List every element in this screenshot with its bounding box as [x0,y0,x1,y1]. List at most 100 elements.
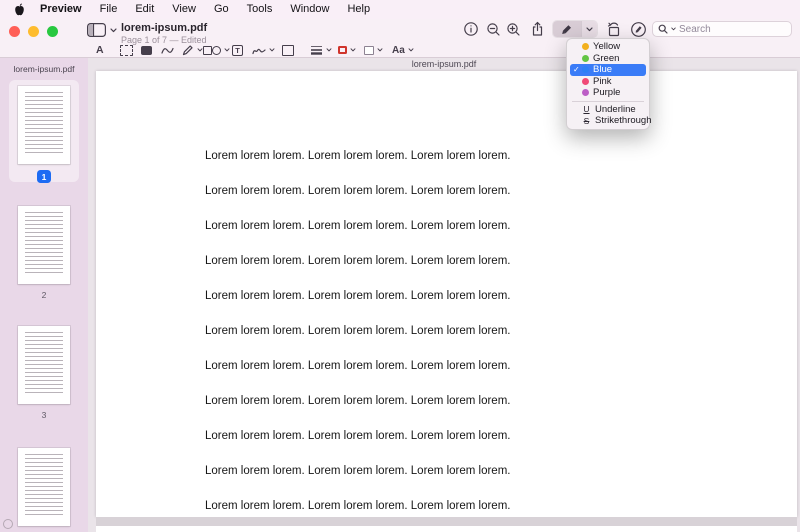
text-line: Lorem lorem lorem. Lorem lorem lorem. Lo… [205,185,511,197]
chevron-down-icon [350,48,356,52]
zoom-out-icon [486,22,500,36]
highlight-menu-button[interactable] [581,21,597,37]
zoom-in-icon [506,22,520,36]
pdf-page-1[interactable]: Lorem lorem lorem. Lorem lorem lorem. Lo… [96,71,797,517]
thumbnail-text-lines [25,212,63,276]
text-style-tool[interactable]: Aa [392,43,414,57]
menubar-item-window[interactable]: Window [281,0,338,19]
menu-item-purple[interactable]: Purple [570,87,646,99]
screen: Preview File Edit View Go Tools Window H… [0,0,800,532]
close-button[interactable] [9,26,20,37]
text-line: Lorem lorem lorem. Lorem lorem lorem. Lo… [205,255,511,267]
text-line: Lorem lorem lorem. Lorem lorem lorem. Lo… [205,465,511,477]
green-dot-icon [582,54,589,62]
highlight-button[interactable] [553,21,581,37]
menu-item-underline[interactable]: U Underline [570,104,646,116]
document-header-label: lorem-ipsum.pdf [411,59,477,69]
sign-tool[interactable] [252,43,275,57]
page-thumbnail-2[interactable] [18,206,70,284]
menubar-item-file[interactable]: File [91,0,127,19]
purple-dot-icon [582,89,589,97]
draw-tool[interactable] [182,43,203,57]
menu-item-label: Pink [593,75,612,87]
line-weight-icon [311,46,322,55]
zoom-in-button[interactable] [503,20,523,38]
menubar-item-go[interactable]: Go [205,0,238,19]
info-icon [464,22,478,36]
apple-icon [15,3,24,16]
document-text: Lorem lorem lorem. Lorem lorem lorem. Lo… [205,150,510,517]
menu-item-green[interactable]: Green [570,53,646,65]
search-icon [658,24,668,34]
pink-dot-icon [582,77,589,85]
highlight-button-group [552,20,598,38]
shapes-tool[interactable] [203,43,230,57]
text-line: Lorem lorem lorem. Lorem lorem lorem. Lo… [205,360,511,372]
sidebar-toggle-button[interactable] [87,23,117,37]
search-input[interactable]: Search [652,21,792,37]
markup-pencil-icon [630,21,646,37]
text-selection-tool[interactable]: A [96,43,104,57]
menubar-item-preview[interactable]: Preview [31,0,91,19]
chevron-down-icon [408,48,414,52]
markup-toolbar-button[interactable] [628,20,648,38]
selection-rectangle-icon [120,44,133,56]
rectangular-selection-tool[interactable] [120,43,133,57]
shape-style-tool[interactable] [310,43,332,57]
menubar-item-view[interactable]: View [163,0,205,19]
rotate-button[interactable] [604,20,624,38]
page-thumbnail-4[interactable] [18,448,70,526]
rotate-icon [607,22,620,36]
minimize-button[interactable] [28,26,39,37]
menubar: Preview File Edit View Go Tools Window H… [0,0,800,19]
thumbnail-sidebar: lorem-ipsum.pdf 1 2 3 [0,58,88,532]
sketch-icon [161,47,174,54]
pen-icon [182,45,193,56]
text-line: Lorem lorem lorem. Lorem lorem lorem. Lo… [205,395,511,407]
zoom-window-button[interactable] [47,26,58,37]
menu-item-label: Strikethrough [595,115,652,127]
note-tool[interactable] [282,43,294,57]
info-button[interactable] [461,20,481,38]
menu-item-pink[interactable]: Pink [570,76,646,88]
sketch-tool[interactable] [161,43,174,57]
redact-icon [141,45,152,55]
apple-menu[interactable] [6,3,31,16]
menu-item-label: Yellow [593,41,621,53]
fill-color-tool[interactable] [364,43,383,57]
fill-color-swatch [364,45,374,55]
border-color-tool[interactable] [338,43,356,57]
blue-dot-icon [582,66,589,74]
menubar-item-tools[interactable]: Tools [238,0,282,19]
thumbnail-text-lines [25,92,63,156]
chevron-down-icon [326,48,332,52]
page-thumbnail-1[interactable] [18,86,70,164]
thumbnail-text-lines [25,332,63,396]
menu-separator [572,100,644,102]
share-icon [532,21,542,36]
text-line: Lorem lorem lorem. Lorem lorem lorem. Lo… [205,290,511,302]
page-thumbnail-3[interactable] [18,326,70,404]
menu-item-yellow[interactable]: Yellow [570,41,646,53]
signature-icon [252,48,266,54]
window-toolbar: lorem-ipsum.pdf Page 1 of 7 — Edited Sea… [0,19,800,58]
shape-square-icon [203,45,212,55]
menubar-item-help[interactable]: Help [338,0,379,19]
redact-tool[interactable] [141,43,152,57]
note-icon [282,44,294,56]
menu-item-blue[interactable]: ✓ Blue [570,64,646,76]
share-button[interactable] [527,20,547,38]
menu-item-strikethrough[interactable]: S Strikethrough [570,115,652,127]
menubar-item-edit[interactable]: Edit [126,0,163,19]
window-controls [9,26,58,37]
highlighter-icon [562,25,571,34]
shape-circle-icon [212,45,221,55]
chevron-down-icon [586,26,593,31]
sidebar-filename: lorem-ipsum.pdf [13,64,75,74]
chevron-down-icon [671,27,676,31]
sidebar-corner-icon [3,519,13,529]
text-box-tool[interactable]: T [232,43,243,57]
text-selection-icon: A [96,44,104,56]
zoom-out-button[interactable] [483,20,503,38]
menu-item-label: Purple [593,87,621,99]
